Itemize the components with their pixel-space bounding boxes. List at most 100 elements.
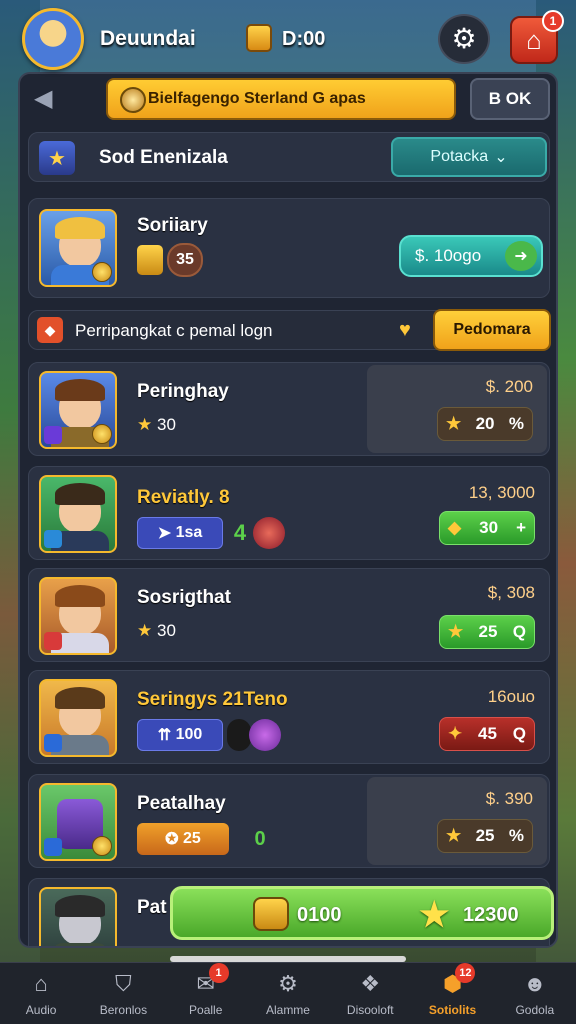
- star-icon: ★: [446, 826, 462, 845]
- nav-label: Beronlos: [99, 1003, 148, 1017]
- nav-item-audio[interactable]: ⌂ Audio: [0, 963, 82, 1024]
- item-price: 13, 3000: [468, 483, 535, 502]
- hero-portrait: [39, 371, 117, 449]
- buy-bar-button[interactable]: 0100 ★ 12300: [170, 886, 554, 940]
- banner-text: Bielfagengo Sterland G apas: [148, 90, 366, 107]
- buy-chip[interactable]: ★ 25 Q: [439, 615, 535, 649]
- chip-tail: %: [508, 414, 524, 433]
- coin-icon: [92, 262, 112, 282]
- star-book-icon: ★: [39, 141, 75, 175]
- star-icon: ★: [137, 621, 153, 640]
- list-item[interactable]: Sosrigthat ★ 30 $, 308 ★ 25 Q: [28, 568, 550, 662]
- list-item[interactable]: Reviatly. 8 ➤ 1sa 4 13, 3000 ◆ 30 +: [28, 466, 550, 560]
- buy-chip[interactable]: ★ 20 %: [437, 407, 533, 441]
- timer-text: D:00: [282, 28, 326, 50]
- item-title: Peringhay: [137, 381, 229, 402]
- featured-card[interactable]: Soriiary 35 $. 10ogo ➜: [28, 198, 550, 298]
- rank-badge: [44, 632, 62, 650]
- settings-button[interactable]: ⚙: [438, 14, 490, 64]
- shield-icon: ⛉: [115, 971, 132, 996]
- main-panel: ◀ Bielfagengo Sterland G apas B OK ★ Sod…: [18, 72, 558, 948]
- gear-icon: ⚙: [278, 971, 298, 996]
- stat-chip: ✪ 25: [137, 823, 229, 855]
- item-title: Pat: [137, 897, 167, 918]
- purple-orb-icon: [249, 719, 281, 751]
- featured-price: $. 10ogo: [415, 246, 482, 265]
- rank-badge: [44, 426, 62, 444]
- price-box: $. 200 ★ 20 %: [367, 365, 547, 453]
- rank-badge: [44, 838, 62, 856]
- list-item[interactable]: Peatalhay ✪ 25 0 $. 390 ★ 25 %: [28, 774, 550, 868]
- section-dropdown[interactable]: Potacka ⌄: [391, 137, 547, 177]
- filter-button[interactable]: Pedomara: [433, 309, 551, 351]
- extra-value: 4: [233, 520, 247, 545]
- chip-tail: +: [516, 518, 526, 537]
- coin-icon: [92, 424, 112, 444]
- buy-chip[interactable]: ✦ 45 Q: [439, 717, 535, 751]
- rank-badge: [44, 734, 62, 752]
- chest-amount: 0100: [297, 904, 342, 926]
- section-title: Sod Enenizala: [99, 147, 228, 168]
- nav-item-sotiolits[interactable]: ⬢ 12 Sotiolits: [411, 963, 493, 1024]
- list-item[interactable]: Seringys 21Teno ⇈ 100 16ouo ✦ 45 Q: [28, 670, 550, 764]
- star-icon: ★: [137, 415, 153, 434]
- item-stat: ★ 30: [137, 415, 176, 434]
- star-amount: 12300: [463, 904, 519, 926]
- hero-portrait: [39, 577, 117, 655]
- item-title: Sosrigthat: [137, 587, 231, 608]
- nav-item-poalle[interactable]: ✉ 1 Poalle: [165, 963, 247, 1024]
- player-name: Deuundai: [100, 27, 196, 50]
- item-price: $. 390: [485, 789, 533, 808]
- nav-item-godola[interactable]: ☻ Godola: [494, 963, 576, 1024]
- featured-price-button[interactable]: $. 10ogo ➜: [399, 235, 543, 277]
- rank-badge: [44, 530, 62, 548]
- extra-value: 0: [254, 827, 266, 850]
- gear-icon: ✪: [165, 831, 184, 848]
- medal-icon: [120, 87, 146, 113]
- chip-value: 30: [479, 518, 499, 537]
- nav-label: Disooloft: [346, 1003, 394, 1017]
- gear-icon: ⚙: [451, 23, 477, 54]
- item-title: Seringys 21Teno: [137, 689, 288, 710]
- star-icon: ★: [448, 622, 464, 641]
- gem-icon: ◆: [448, 518, 462, 537]
- nav-label: Audio: [25, 1003, 57, 1017]
- nav-label: Godola: [515, 1003, 555, 1017]
- player-avatar[interactable]: [22, 8, 84, 70]
- chip-tail: Q: [512, 622, 526, 641]
- arrow-icon: ➜: [505, 241, 537, 271]
- nav-item-disooloft[interactable]: ❖ Disooloft: [329, 963, 411, 1024]
- buy-chip[interactable]: ◆ 30 +: [439, 511, 535, 545]
- home-button[interactable]: ⌂ 1: [510, 10, 564, 64]
- book-button[interactable]: B OK: [470, 78, 550, 120]
- hero-portrait: [39, 209, 117, 287]
- notification-badge: 12: [455, 963, 476, 983]
- bottom-nav: ⌂ Audio ⛉ Beronlos ✉ 1 Poalle ⚙ Alamme ❖…: [0, 962, 576, 1024]
- house-icon: ⌂: [526, 24, 542, 55]
- buy-chip[interactable]: ★ 25 %: [437, 819, 533, 853]
- nav-item-beronlos[interactable]: ⛉ Beronlos: [82, 963, 164, 1024]
- hero-portrait: [39, 679, 117, 757]
- hero-portrait: [39, 475, 117, 553]
- item-price: 16ouo: [487, 687, 535, 706]
- heart-icon[interactable]: ♥: [399, 319, 411, 342]
- gift-icon: ❖: [360, 971, 381, 996]
- arrow-up-icon: ➤: [157, 525, 176, 542]
- hero-portrait: [39, 887, 117, 946]
- chip-value: 20: [475, 414, 495, 433]
- section-header-row: ★ Sod Enenizala Potacka ⌄: [28, 132, 550, 182]
- nav-item-alamme[interactable]: ⚙ Alamme: [247, 963, 329, 1024]
- star-icon: ★: [419, 896, 450, 934]
- item-title: Reviatly. 8: [137, 487, 230, 508]
- event-banner[interactable]: Bielfagengo Sterland G apas: [106, 78, 456, 120]
- back-arrow-icon[interactable]: ◀: [34, 84, 68, 118]
- nav-label: Alamme: [265, 1003, 310, 1017]
- level-badge: 35: [167, 243, 203, 277]
- star-icon: ★: [446, 414, 462, 433]
- shield-icon: [137, 245, 163, 275]
- item-title: Peatalhay: [137, 793, 226, 814]
- dropdown-value: Potacka: [430, 148, 489, 165]
- stat-chip: ⇈ 100: [137, 719, 223, 751]
- list-item[interactable]: Peringhay ★ 30 $. 200 ★ 20 %: [28, 362, 550, 456]
- chip-value: 45: [478, 724, 497, 743]
